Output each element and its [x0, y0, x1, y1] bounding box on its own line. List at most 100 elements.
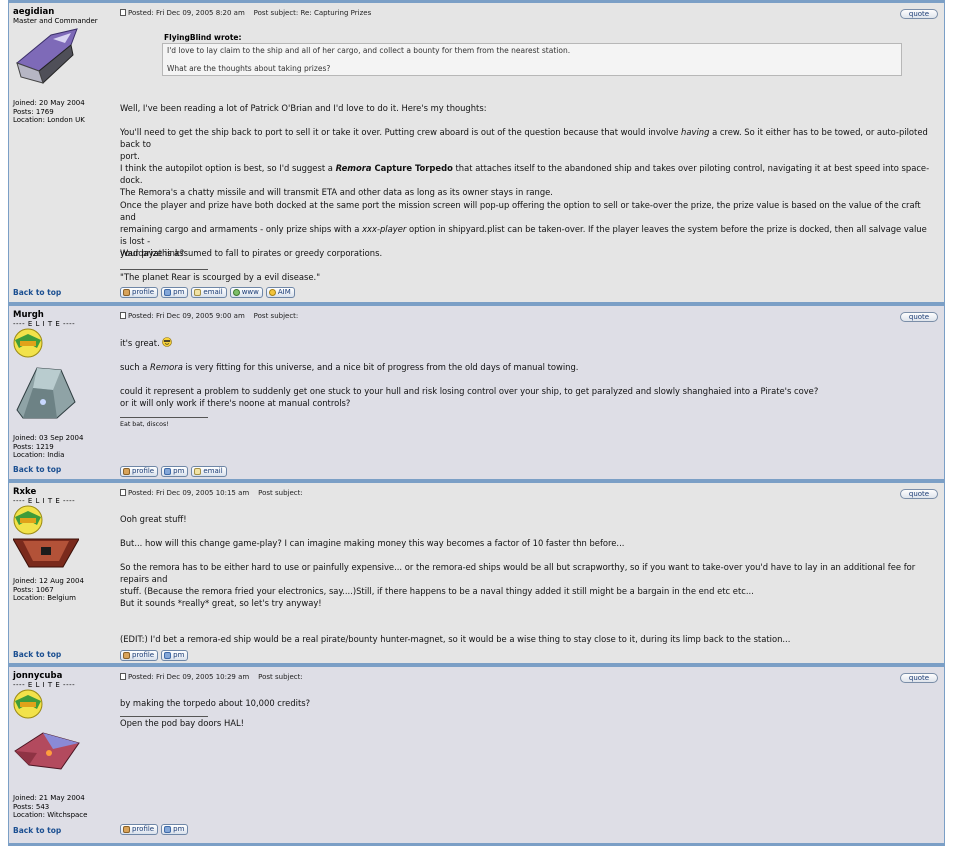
forum-post: Murgh ---- E L I T E ---- Joined: 03 Sep… — [9, 306, 944, 479]
quote-author: FlyingBlind wrote: — [164, 33, 242, 42]
aim-icon — [268, 289, 276, 296]
back-to-top-link[interactable]: Back to top — [13, 826, 61, 835]
pm-button[interactable]: pm — [161, 824, 189, 835]
pm-button[interactable]: pm — [161, 287, 189, 298]
document-icon — [120, 312, 126, 319]
pm-icon — [164, 652, 172, 659]
signature-divider — [120, 417, 208, 418]
user-location: Location: India — [13, 451, 65, 459]
post-paragraph: You'll need to get the ship back to port… — [120, 127, 928, 161]
pm-icon — [164, 826, 172, 833]
post-author-panel: Rxke ---- E L I T E ---- — [13, 487, 113, 506]
post-count: Posts: 1769 — [13, 107, 54, 116]
user-location: Location: London UK — [13, 116, 85, 124]
aim-button[interactable]: AIM — [265, 287, 295, 298]
post-action-buttons: profile pm email — [120, 466, 227, 477]
post-date: Posted: Fri Dec 09, 2005 10:15 am — [128, 489, 250, 497]
avatar — [13, 538, 79, 568]
pm-icon — [164, 468, 172, 475]
user-rank: Master and Commander — [13, 17, 98, 25]
signature: Eat bat, discos! — [120, 421, 169, 428]
forum-post: jonnycuba ---- E L I T E ---- Joined: 21… — [9, 667, 944, 843]
joined-date: Joined: 12 Aug 2004 — [13, 577, 84, 585]
email-button[interactable]: email — [191, 287, 227, 298]
profile-button[interactable]: profile — [120, 287, 159, 298]
post-paragraph: (EDIT:) I'd bet a remora-ed ship would b… — [120, 634, 791, 644]
post-subject: Post subject: — [258, 673, 303, 681]
user-location: Location: Belgium — [13, 594, 76, 602]
email-icon — [194, 468, 202, 475]
avatar — [16, 367, 76, 419]
elite-rank-badge — [13, 689, 43, 719]
pm-button[interactable]: pm — [161, 650, 189, 661]
post-count: Posts: 1219 — [13, 442, 54, 451]
post-subject: Post subject: — [253, 312, 299, 320]
quote-button[interactable]: quote — [900, 312, 938, 322]
username[interactable]: aegidian — [13, 7, 113, 17]
post-paragraph: by making the torpedo about 10,000 credi… — [120, 698, 311, 708]
post-subject: Post subject: Re: Capturing Prizes — [253, 9, 372, 17]
pm-button[interactable]: pm — [161, 466, 189, 477]
signature-divider — [120, 269, 208, 270]
post-author-panel: Murgh ---- E L I T E ---- — [13, 310, 113, 329]
post-paragraph: could it represent a problem to suddenly… — [120, 386, 819, 408]
post-paragraph: Waddayathink? — [120, 248, 185, 258]
avatar — [14, 732, 80, 770]
avatar — [16, 28, 78, 84]
back-to-top-link[interactable]: Back to top — [13, 288, 61, 297]
post-paragraph: Ooh great stuff! — [120, 514, 187, 524]
post-count: Posts: 1067 — [13, 585, 54, 594]
username[interactable]: Murgh — [13, 310, 113, 320]
profile-button[interactable]: profile — [120, 824, 159, 835]
forum-post: Rxke ---- E L I T E ---- Joined: 12 Aug … — [9, 483, 944, 663]
quote-button[interactable]: quote — [900, 9, 938, 19]
profile-icon — [123, 468, 130, 475]
post-header: Posted: Fri Dec 09, 2005 10:15 am Post s… — [120, 489, 303, 497]
joined-date: Joined: 21 May 2004 — [13, 794, 85, 802]
back-to-top-link[interactable]: Back to top — [13, 650, 61, 659]
profile-button[interactable]: profile — [120, 466, 159, 477]
post-author-panel: jonnycuba ---- E L I T E ---- — [13, 671, 113, 690]
post-count: Posts: 543 — [13, 802, 50, 811]
username[interactable]: Rxke — [13, 487, 113, 497]
profile-button[interactable]: profile — [120, 650, 159, 661]
document-icon — [120, 489, 126, 496]
post-paragraph: such a Remora is very fitting for this u… — [120, 362, 579, 372]
quote-box: I'd love to lay claim to the ship and al… — [162, 43, 902, 76]
email-icon — [194, 289, 202, 296]
back-to-top-link[interactable]: Back to top — [13, 465, 61, 474]
cool-smiley-icon — [162, 337, 173, 347]
post-date: Posted: Fri Dec 09, 2005 8:20 am — [128, 9, 245, 17]
quote-text-line: I'd love to lay claim to the ship and al… — [167, 46, 571, 55]
post-paragraph: Well, I've been reading a lot of Patrick… — [120, 103, 487, 113]
post-header: Posted: Fri Dec 09, 2005 9:00 am Post su… — [120, 312, 298, 320]
post-action-buttons: profile pm — [120, 650, 189, 661]
quote-text-line: What are the thoughts about taking prize… — [167, 64, 331, 73]
profile-icon — [123, 289, 130, 296]
post-paragraph: But... how will this change game-play? I… — [120, 538, 625, 548]
post-action-buttons: profile pm — [120, 824, 189, 835]
www-button[interactable]: www — [229, 287, 263, 298]
signature: Open the pod bay doors HAL! — [120, 718, 245, 728]
elite-rank-badge — [13, 328, 43, 358]
post-action-buttons: profile pm email www AIM — [120, 287, 295, 298]
document-icon — [120, 9, 126, 16]
quote-button[interactable]: quote — [900, 673, 938, 683]
post-paragraph: I think the autopilot option is best, so… — [120, 163, 930, 197]
username[interactable]: jonnycuba — [13, 671, 113, 681]
document-icon — [120, 673, 126, 680]
forum-post: aegidian Master and Commander Joined: 20… — [9, 3, 944, 302]
user-location: Location: Witchspace — [13, 811, 88, 819]
post-subject: Post subject: — [258, 489, 303, 497]
globe-icon — [232, 289, 240, 296]
quote-button[interactable]: quote — [900, 489, 938, 499]
pm-icon — [164, 289, 172, 296]
post-author-panel: aegidian Master and Commander — [13, 7, 113, 26]
joined-date: Joined: 20 May 2004 — [13, 99, 85, 107]
email-button[interactable]: email — [191, 466, 227, 477]
elite-rank-badge — [13, 505, 43, 535]
joined-date: Joined: 03 Sep 2004 — [13, 434, 84, 442]
post-paragraph: But it sounds *really* great, so let's t… — [120, 598, 322, 608]
post-date: Posted: Fri Dec 09, 2005 10:29 am — [128, 673, 250, 681]
post-header: Posted: Fri Dec 09, 2005 8:20 am Post su… — [120, 9, 371, 17]
